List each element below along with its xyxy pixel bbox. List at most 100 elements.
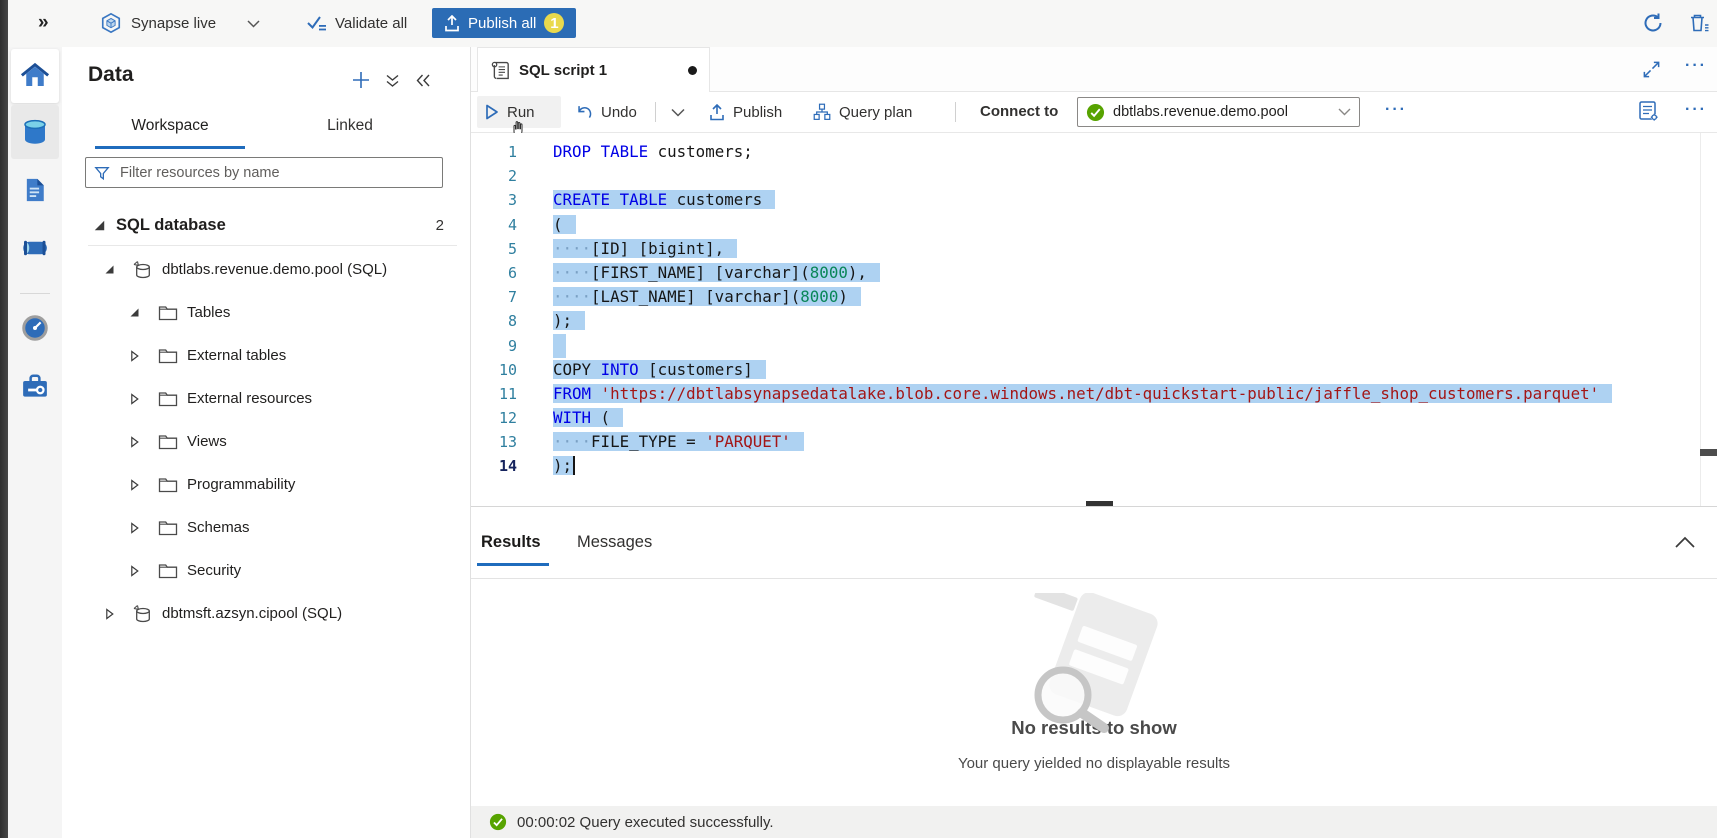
line-number: 14 bbox=[471, 454, 517, 478]
code-line[interactable]: CREATE TABLE customers bbox=[553, 188, 1612, 212]
tab-more-actions-button[interactable]: ··· bbox=[1685, 57, 1707, 75]
double-chevron-left-icon bbox=[415, 73, 431, 88]
code-line[interactable]: ( bbox=[553, 213, 1612, 237]
run-button[interactable]: Run bbox=[477, 96, 561, 128]
tab-linked[interactable]: Linked bbox=[300, 117, 400, 135]
collapsed-chevron[interactable] bbox=[103, 608, 116, 620]
code-line[interactable]: ); bbox=[553, 309, 1612, 333]
nav-home-button[interactable] bbox=[11, 49, 59, 103]
sql-pool-icon bbox=[131, 259, 153, 280]
tree-item-programmability[interactable]: Programmability bbox=[62, 463, 470, 506]
tree-item-tables[interactable]: Tables bbox=[62, 291, 470, 334]
collapsed-chevron[interactable] bbox=[128, 393, 141, 405]
line-number: 4 bbox=[471, 213, 517, 237]
properties-button[interactable] bbox=[1638, 100, 1660, 123]
code-line[interactable] bbox=[553, 334, 1612, 358]
expand-menu-button[interactable]: » bbox=[38, 0, 48, 46]
collapse-results-button[interactable] bbox=[1674, 535, 1696, 549]
collapsed-chevron[interactable] bbox=[128, 436, 141, 448]
toolbar-overflow-button[interactable]: ··· bbox=[1685, 101, 1707, 119]
connect-to-pool-select[interactable]: dbtlabs.revenue.demo.pool bbox=[1077, 97, 1360, 127]
line-number: 7 bbox=[471, 285, 517, 309]
nav-develop-button[interactable] bbox=[11, 163, 59, 217]
line-number: 13 bbox=[471, 430, 517, 454]
expanded-chevron[interactable] bbox=[128, 307, 141, 318]
refresh-button[interactable] bbox=[1642, 0, 1664, 46]
expanded-chevron[interactable] bbox=[103, 264, 116, 275]
collapsed-chevron[interactable] bbox=[128, 522, 141, 534]
collapsed-chevron[interactable] bbox=[128, 350, 141, 362]
code-line[interactable]: ····[FIRST_NAME] [varchar](8000), bbox=[553, 261, 1612, 285]
undo-redo-dropdown-button[interactable] bbox=[663, 96, 693, 128]
tree-item-security[interactable]: Security bbox=[62, 549, 470, 592]
tree-section-sql-database[interactable]: SQL database 2 bbox=[62, 207, 470, 243]
chevron-down-icon bbox=[671, 108, 685, 117]
code-line[interactable]: ····[LAST_NAME] [varchar](8000) bbox=[553, 285, 1612, 309]
code-line[interactable]: WITH ( bbox=[553, 406, 1612, 430]
connected-check-icon bbox=[1086, 103, 1105, 122]
line-number-gutter: 1234567891011121314 bbox=[471, 140, 517, 479]
nav-manage-button[interactable] bbox=[11, 359, 59, 413]
add-resource-button[interactable] bbox=[352, 71, 370, 89]
tree-item-external-tables[interactable]: External tables bbox=[62, 334, 470, 377]
tree-item-views[interactable]: Views bbox=[62, 420, 470, 463]
discard-all-button[interactable] bbox=[1688, 0, 1710, 46]
code-line[interactable]: DROP TABLE customers; bbox=[553, 140, 1612, 164]
nav-integrate-button[interactable] bbox=[11, 221, 59, 275]
double-chevron-icon: » bbox=[38, 12, 48, 34]
tree-item-schemas[interactable]: Schemas bbox=[62, 506, 470, 549]
line-number: 9 bbox=[471, 334, 517, 358]
query-plan-button[interactable]: Query plan bbox=[805, 96, 920, 128]
results-panel: Results Messages No results to show Your… bbox=[471, 506, 1717, 806]
collapsed-chevron[interactable] bbox=[128, 479, 141, 491]
code-line[interactable]: ); bbox=[553, 454, 1612, 478]
tab-workspace[interactable]: Workspace bbox=[95, 117, 245, 135]
script-toolbar: Run Undo Publish bbox=[471, 92, 1717, 133]
collapse-panel-button[interactable] bbox=[415, 73, 431, 88]
validate-icon bbox=[306, 14, 327, 32]
code-line[interactable]: ····[ID] [bigint], bbox=[553, 237, 1612, 261]
toolbar-divider bbox=[655, 102, 656, 122]
status-message: 00:00:02 Query executed successfully. bbox=[517, 814, 774, 831]
publish-button[interactable]: Publish bbox=[701, 96, 790, 128]
resource-tree: SQL database 2 dbtlabs.revenue.demo.pool… bbox=[62, 207, 470, 635]
selected-pool-name: dbtlabs.revenue.demo.pool bbox=[1113, 104, 1330, 120]
collapsed-chevron[interactable] bbox=[128, 565, 141, 577]
publish-icon bbox=[444, 15, 460, 32]
code-line[interactable]: FROM 'https://dbtlabsynapsedatalake.blob… bbox=[553, 382, 1612, 406]
toolbar-more-button[interactable]: ··· bbox=[1385, 101, 1407, 119]
undo-button[interactable]: Undo bbox=[567, 96, 645, 128]
editor-tab-bar: SQL script 1 ··· bbox=[471, 47, 1717, 92]
code-line[interactable] bbox=[553, 164, 1612, 188]
publish-all-button[interactable]: Publish all 1 bbox=[432, 8, 576, 38]
synapse-studio-window: » Synapse live bbox=[0, 0, 1717, 838]
nav-monitor-button[interactable] bbox=[11, 303, 59, 353]
query-plan-icon bbox=[813, 103, 831, 121]
open-fullscreen-button[interactable] bbox=[1642, 60, 1661, 79]
tree-item-external-resources[interactable]: External resources bbox=[62, 377, 470, 420]
mode-selector[interactable]: Synapse live bbox=[100, 0, 260, 46]
undo-label: Undo bbox=[601, 104, 637, 121]
code-content[interactable]: DROP TABLE customers; CREATE TABLE custom… bbox=[553, 140, 1612, 479]
empty-state-subtitle: Your query yielded no displayable result… bbox=[471, 755, 1717, 772]
filter-resources-box bbox=[85, 157, 443, 188]
run-icon bbox=[485, 104, 499, 120]
tab-sql-script-1[interactable]: SQL script 1 bbox=[477, 47, 710, 92]
nav-data-button[interactable] bbox=[11, 105, 59, 159]
collapsed-chevron-icon bbox=[129, 522, 140, 534]
code-line[interactable]: ····FILE_TYPE = 'PARQUET' bbox=[553, 430, 1612, 454]
data-hub-icon bbox=[20, 117, 50, 147]
publish-icon bbox=[709, 104, 725, 121]
editor-scrollbar-marker[interactable] bbox=[1700, 449, 1717, 456]
folder-icon bbox=[158, 390, 178, 407]
folder-icon bbox=[158, 519, 178, 536]
expand-all-button[interactable] bbox=[385, 74, 400, 88]
filter-resources-input[interactable] bbox=[118, 164, 442, 182]
data-explorer-panel: Data Workspace Linked bbox=[62, 47, 471, 838]
tree-item-dbtlabs-revenue-demo-pool-sql[interactable]: dbtlabs.revenue.demo.pool (SQL) bbox=[62, 248, 470, 291]
validate-all-button[interactable]: Validate all bbox=[306, 0, 407, 46]
integrate-hub-icon bbox=[20, 233, 50, 263]
tree-item-dbtmsft-azsyn-cipool-sql[interactable]: dbtmsft.azsyn.cipool (SQL) bbox=[62, 592, 470, 635]
code-line[interactable]: COPY INTO [customers] bbox=[553, 358, 1612, 382]
sql-code-editor[interactable]: 1234567891011121314 DROP TABLE customers… bbox=[471, 133, 1717, 506]
